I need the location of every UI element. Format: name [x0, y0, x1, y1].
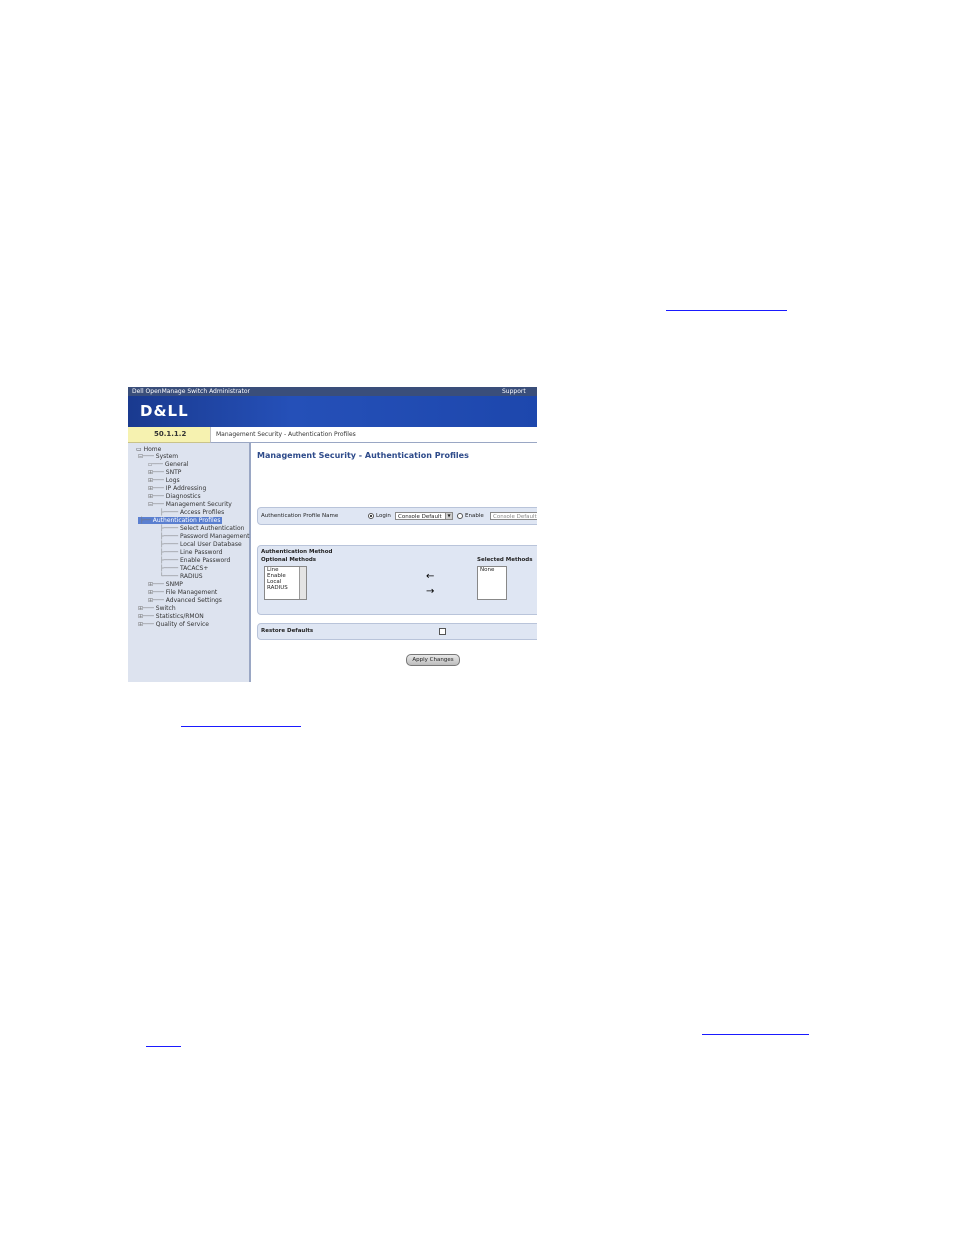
tree-local-user-database[interactable]: ├──── Local User Database [160, 541, 242, 548]
tree-select-authentication[interactable]: ├──── Select Authentication [160, 525, 244, 532]
tree-line-password[interactable]: ├──── Line Password [160, 549, 222, 556]
enable-radio[interactable] [457, 513, 463, 519]
home-icon: ▭ [136, 446, 144, 453]
tree-statistics-rmon[interactable]: ⊞─── Statistics/RMON [138, 613, 204, 620]
login-label: Login [376, 513, 391, 519]
page-title: Management Security - Authentication Pro… [257, 451, 469, 460]
login-profile-select[interactable]: Console Default ▼ [395, 512, 453, 520]
doc-link-bottom-2[interactable] [146, 1046, 181, 1047]
tree-management-security[interactable]: ⊟─── Management Security [148, 501, 232, 508]
support-link[interactable]: Support [502, 387, 526, 396]
navigation-tree: ▭ Home ⊟─── System ▫─── General ⊞─── SNT… [128, 443, 251, 682]
app-title: Dell OpenManage Switch Administrator [132, 388, 250, 395]
tree-file-management[interactable]: ⊞─── File Management [148, 589, 217, 596]
doc-link-top[interactable] [666, 310, 787, 311]
authentication-method-panel: Authentication Method Optional Methods S… [257, 545, 537, 615]
title-bar: Dell OpenManage Switch Administrator Sup… [128, 387, 537, 396]
apply-changes-button[interactable]: Apply Changes [406, 654, 460, 666]
doc-link-bottom-1[interactable] [702, 1034, 809, 1035]
move-left-arrow-icon[interactable]: ← [426, 572, 434, 582]
tree-enable-password[interactable]: ├──── Enable Password [160, 557, 230, 564]
restore-defaults-label: Restore Defaults [261, 628, 314, 634]
tree-tacacs[interactable]: ├──── TACACS+ [160, 565, 208, 572]
tree-sntp[interactable]: ⊞─── SNTP [148, 469, 181, 476]
dell-logo: D&LL [140, 402, 189, 420]
tree-diagnostics[interactable]: ⊞─── Diagnostics [148, 493, 201, 500]
optional-methods-label: Optional Methods [261, 557, 317, 563]
main-content: Management Security - Authentication Pro… [251, 443, 537, 682]
enable-profile-select[interactable]: Console Default [490, 512, 537, 520]
banner: D&LL [128, 396, 537, 427]
profile-name-label: Authentication Profile Name [261, 513, 339, 519]
enable-label: Enable [465, 513, 484, 519]
restore-defaults-checkbox[interactable] [439, 628, 446, 635]
tree-system[interactable]: ⊟─── System [138, 453, 178, 460]
breadcrumb: Management Security - Authentication Pro… [216, 431, 356, 438]
list-scrollbar[interactable] [299, 567, 306, 599]
device-ip: 50.1.1.2 [154, 430, 187, 438]
device-ip-box: 50.1.1.2 [128, 427, 210, 443]
list-item[interactable]: None [478, 567, 506, 573]
tree-general[interactable]: ▫─── General [148, 461, 188, 468]
restore-defaults-panel: Restore Defaults [257, 623, 537, 640]
tree-password-management[interactable]: ├──── Password Management [160, 533, 249, 540]
login-radio[interactable] [368, 513, 374, 519]
tree-access-profiles[interactable]: ├──── Access Profiles [160, 509, 224, 516]
profile-name-panel: Authentication Profile Name Login Consol… [257, 507, 537, 525]
optional-methods-list[interactable]: Line Enable Local RADIUS [264, 566, 307, 600]
breadcrumb-bar: Management Security - Authentication Pro… [210, 427, 537, 443]
tree-authentication-profiles[interactable]: ├── Authentication Profiles [138, 517, 223, 524]
authentication-method-title: Authentication Method [261, 549, 333, 555]
tree-radius[interactable]: └──── RADIUS [160, 573, 203, 580]
tree-snmp[interactable]: ⊞─── SNMP [148, 581, 183, 588]
tree-switch[interactable]: ⊞─── Switch [138, 605, 176, 612]
selected-methods-label: Selected Methods [477, 557, 533, 563]
move-right-arrow-icon[interactable]: → [426, 587, 434, 597]
doc-link-middle[interactable] [181, 726, 301, 727]
tree-home[interactable]: ▭ Home [136, 446, 161, 453]
tree-logs[interactable]: ⊞─── Logs [148, 477, 180, 484]
tree-ip-addressing[interactable]: ⊞─── IP Addressing [148, 485, 206, 492]
tree-advanced-settings[interactable]: ⊞─── Advanced Settings [148, 597, 222, 604]
selected-methods-list[interactable]: None [477, 566, 507, 600]
switch-admin-screenshot: Dell OpenManage Switch Administrator Sup… [128, 387, 537, 682]
chevron-down-icon: ▼ [445, 513, 452, 519]
tree-quality-of-service[interactable]: ⊞─── Quality of Service [138, 621, 209, 628]
